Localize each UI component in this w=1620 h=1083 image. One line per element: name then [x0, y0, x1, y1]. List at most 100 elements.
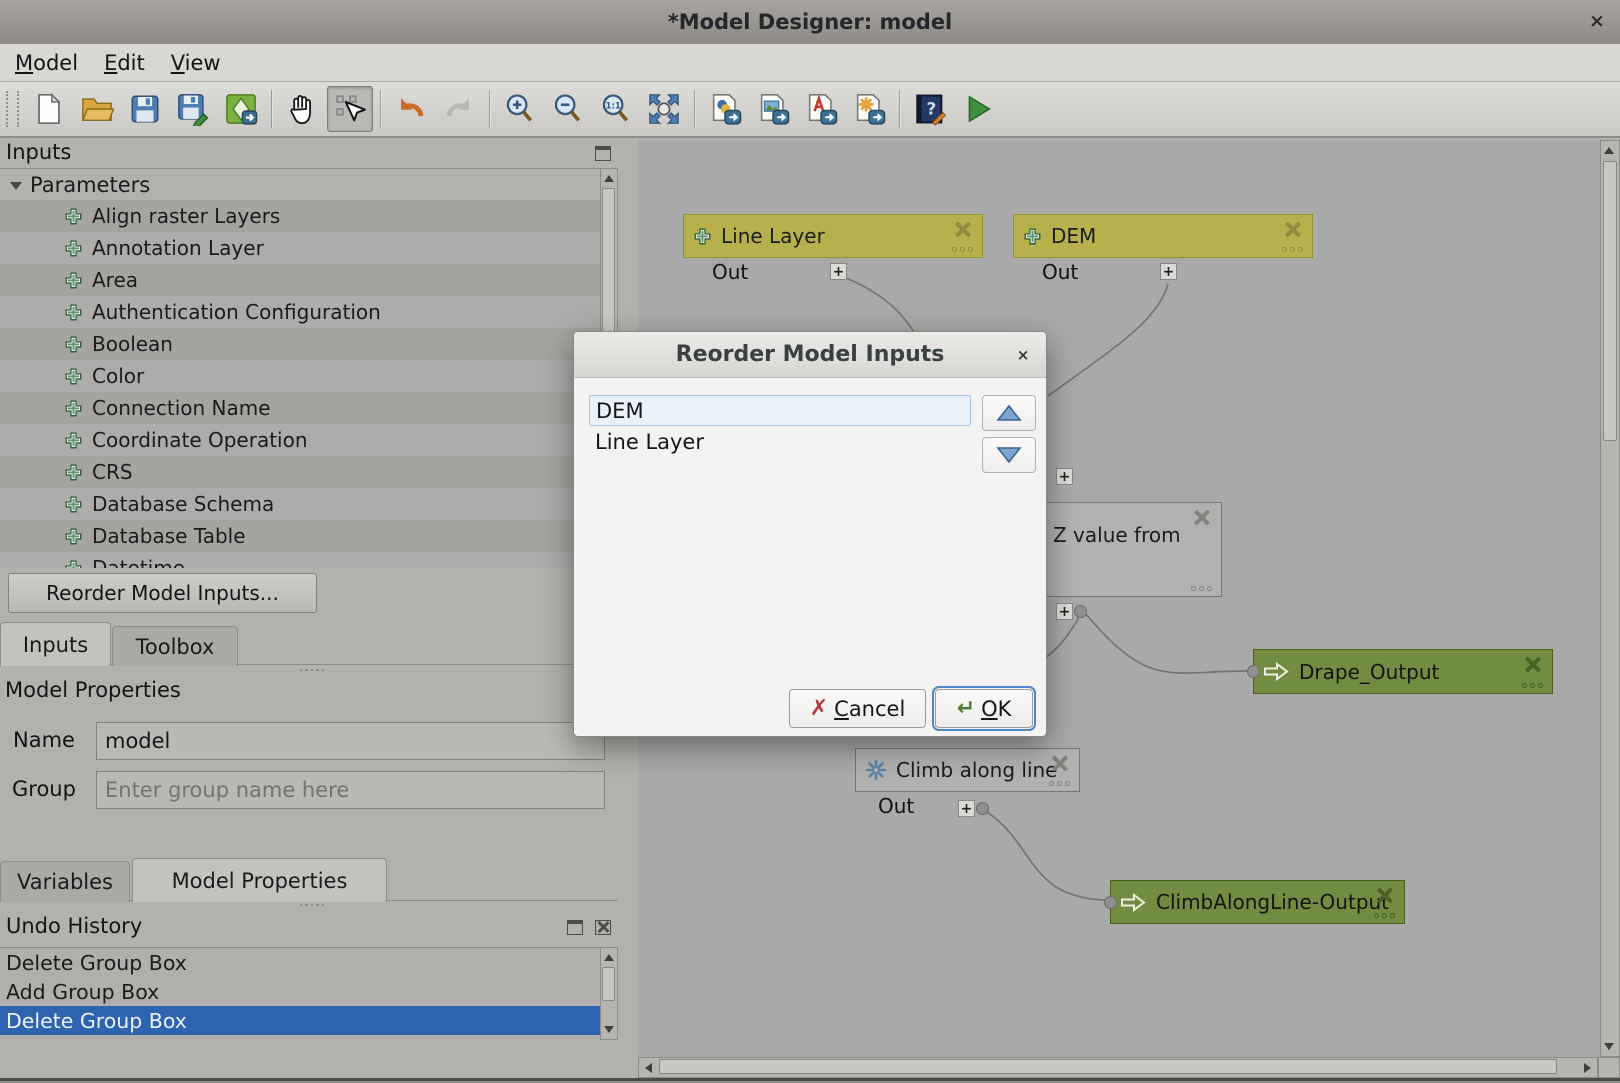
open-model-button[interactable] — [74, 86, 120, 132]
menu-model[interactable]: Model — [2, 48, 91, 78]
zoom-out-button[interactable] — [545, 86, 591, 132]
scrollbar-thumb[interactable] — [1603, 161, 1617, 441]
dialog-list-item[interactable]: DEM — [589, 395, 971, 426]
pan-tool-button[interactable] — [279, 86, 325, 132]
canvas-vertical-scrollbar[interactable] — [1600, 140, 1620, 1057]
title-bar[interactable]: *Model Designer: model × — [0, 0, 1620, 45]
undo-history-item[interactable]: Delete Group Box — [0, 1006, 600, 1035]
help-button[interactable]: ? — [907, 86, 953, 132]
close-panel-icon[interactable] — [595, 920, 611, 935]
zoom-in-button[interactable] — [497, 86, 543, 132]
undo-history-list: Delete Group BoxAdd Group BoxDelete Grou… — [0, 947, 600, 1041]
tab-model-properties[interactable]: Model Properties — [132, 858, 387, 902]
undo-button[interactable] — [388, 86, 434, 132]
window-title: *Model Designer: model — [668, 10, 953, 34]
scrollbar-thumb[interactable] — [602, 967, 615, 1001]
expand-plus-button[interactable]: + — [958, 800, 975, 817]
expand-plus-button[interactable]: + — [830, 263, 847, 280]
undo-history-item[interactable]: Add Group Box — [0, 977, 600, 1006]
scroll-down-arrow[interactable] — [601, 1021, 616, 1038]
tab-toolbox[interactable]: Toolbox — [112, 626, 238, 666]
dem-node[interactable]: DEM — [1013, 214, 1313, 258]
expand-plus-button[interactable]: + — [1056, 468, 1073, 485]
save-model-button[interactable] — [122, 86, 168, 132]
window-close-icon[interactable]: × — [1584, 8, 1610, 34]
tab-inputs[interactable]: Inputs — [0, 622, 111, 666]
dialog-list-item[interactable]: Line Layer — [589, 426, 971, 457]
parameter-item[interactable]: Connection Name — [0, 392, 600, 424]
splitter-handle[interactable] — [290, 903, 334, 907]
parameter-item[interactable]: CRS — [0, 456, 600, 488]
reorder-model-inputs-button[interactable]: Reorder Model Inputs... — [8, 573, 317, 613]
scroll-up-arrow[interactable] — [601, 949, 616, 966]
model-group-input[interactable] — [96, 771, 605, 809]
expand-plus-button[interactable]: + — [1160, 263, 1177, 280]
climbalongline-output-node[interactable]: ClimbAlongLine-Output — [1110, 880, 1405, 924]
scroll-up-arrow[interactable] — [1601, 142, 1616, 159]
parameter-item[interactable]: Area — [0, 264, 600, 296]
select-tool-button[interactable] — [327, 86, 373, 132]
input-socket[interactable] — [1247, 665, 1260, 678]
connection-socket[interactable] — [976, 802, 989, 815]
ok-button[interactable]: ↵ OK — [935, 689, 1033, 728]
float-panel-icon[interactable] — [595, 146, 611, 161]
parameter-item[interactable]: Color — [0, 360, 600, 392]
parameter-item[interactable]: Authentication Configuration — [0, 296, 600, 328]
cancel-button[interactable]: ✗ Cancel — [789, 689, 926, 728]
export-model-button[interactable] — [218, 86, 264, 132]
delete-node-icon[interactable] — [1051, 755, 1068, 772]
delete-node-icon[interactable] — [954, 221, 971, 238]
toolbar-handle[interactable] — [6, 91, 19, 127]
menu-view[interactable]: View — [158, 48, 234, 78]
scroll-left-arrow[interactable] — [640, 1059, 657, 1076]
scrollbar-thumb[interactable] — [659, 1059, 1557, 1074]
delete-node-icon[interactable] — [1193, 509, 1210, 526]
move-down-button[interactable] — [982, 437, 1036, 473]
export-python-button[interactable] — [702, 86, 748, 132]
undo-history-item[interactable]: Delete Group Box — [0, 948, 600, 977]
expand-plus-button[interactable]: + — [1056, 603, 1073, 620]
float-panel-icon[interactable] — [567, 920, 583, 935]
export-pdf-button[interactable] — [798, 86, 844, 132]
tab-variables[interactable]: Variables — [0, 861, 130, 902]
parameter-item[interactable]: Database Schema — [0, 488, 600, 520]
delete-node-icon[interactable] — [1524, 656, 1541, 673]
splitter-handle[interactable] — [290, 668, 334, 672]
parameter-label: Coordinate Operation — [92, 428, 308, 452]
climb-along-line-node[interactable]: Climb along line — [855, 748, 1080, 792]
undo-history-scrollbar[interactable] — [600, 947, 618, 1040]
parameter-item[interactable]: Align raster Layers — [0, 200, 600, 232]
parameters-group[interactable]: Parameters — [0, 169, 600, 200]
add-input-icon — [64, 463, 83, 482]
input-socket[interactable] — [1104, 896, 1117, 909]
parameter-item[interactable]: Annotation Layer — [0, 232, 600, 264]
canvas-horizontal-scrollbar[interactable] — [638, 1057, 1598, 1078]
drape-output-node[interactable]: Drape_Output — [1253, 649, 1553, 694]
move-up-button[interactable] — [982, 395, 1036, 431]
parameter-label: Annotation Layer — [92, 236, 264, 260]
zoom-full-button[interactable] — [641, 86, 687, 132]
parameter-item[interactable]: Database Table — [0, 520, 600, 552]
parameter-item[interactable]: Coordinate Operation — [0, 424, 600, 456]
scroll-down-arrow[interactable] — [1601, 1038, 1616, 1055]
model-name-input[interactable] — [96, 722, 605, 760]
menu-edit[interactable]: Edit — [91, 48, 158, 78]
delete-node-icon[interactable] — [1284, 221, 1301, 238]
export-image-button[interactable] — [750, 86, 796, 132]
dialog-close-icon[interactable]: × — [1012, 344, 1034, 366]
scroll-up-arrow[interactable] — [601, 170, 616, 187]
dialog-title-bar[interactable]: Reorder Model Inputs × — [574, 332, 1046, 378]
parameter-item[interactable]: Datetime — [0, 552, 600, 568]
parameter-item[interactable]: Boolean — [0, 328, 600, 360]
add-input-icon — [64, 271, 83, 290]
save-model-as-button[interactable] — [170, 86, 216, 132]
new-model-button[interactable] — [26, 86, 72, 132]
collapse-caret-icon[interactable] — [10, 182, 22, 190]
run-model-button[interactable] — [955, 86, 1001, 132]
line-layer-node[interactable]: Line Layer — [683, 214, 983, 258]
delete-node-icon[interactable] — [1376, 887, 1393, 904]
connection-socket[interactable] — [1074, 605, 1087, 618]
export-svg-button[interactable] — [846, 86, 892, 132]
scroll-right-arrow[interactable] — [1579, 1059, 1596, 1076]
zoom-actual-button[interactable]: 1:1 — [593, 86, 639, 132]
